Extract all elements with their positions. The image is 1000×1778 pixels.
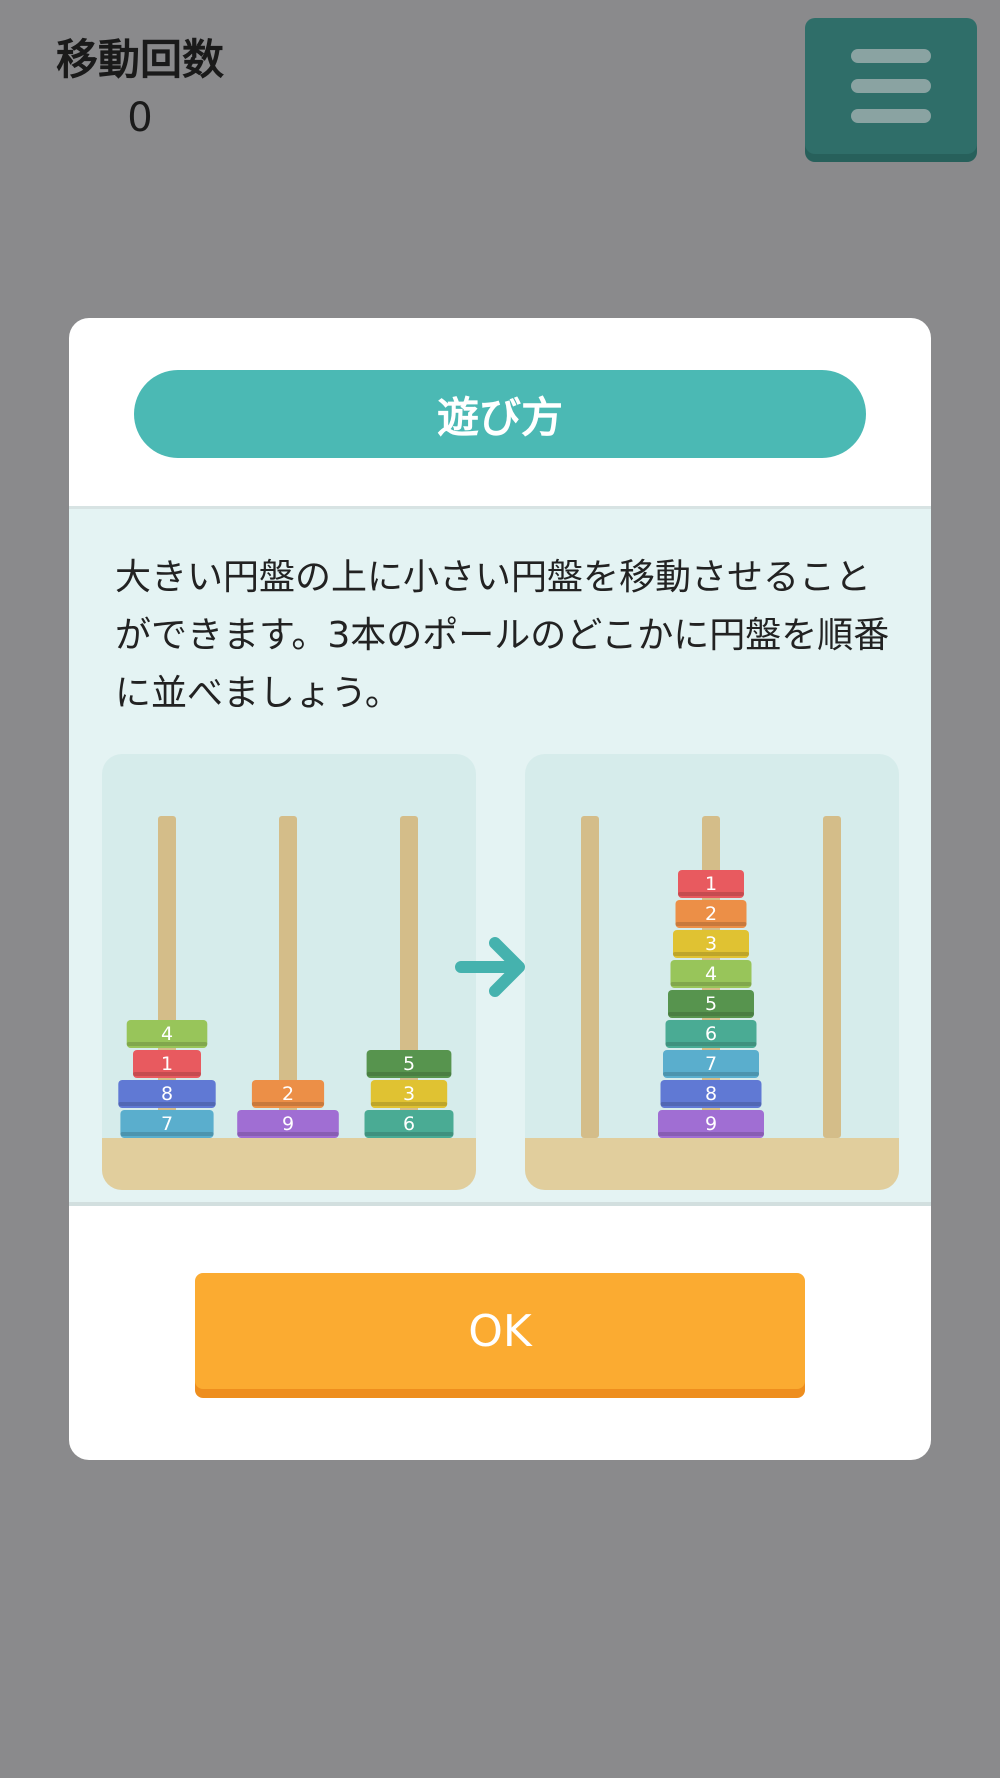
after-disc-label: 6 — [705, 1023, 717, 1045]
after-disc-label: 3 — [705, 933, 717, 955]
after-disc-4: 4 — [670, 960, 752, 988]
after-disc-3: 3 — [673, 930, 749, 958]
before-disc-7: 7 — [120, 1110, 214, 1138]
after-disc-5: 5 — [668, 990, 754, 1018]
before-disc-9: 9 — [237, 1110, 339, 1138]
dialog-body: 大きい円盤の上に小さい円盤を移動させることができます。3本のポールのどこかに円盤… — [69, 506, 931, 1206]
before-disc-8: 8 — [118, 1080, 216, 1108]
after-disc-2: 2 — [675, 900, 747, 928]
before-disc-label: 1 — [161, 1053, 173, 1075]
after-disc-1: 1 — [678, 870, 744, 898]
hamburger-menu-icon-bar — [851, 79, 931, 93]
move-count-value: 0 — [127, 95, 153, 141]
after-disc-label: 9 — [705, 1113, 717, 1135]
after-disc-9: 9 — [658, 1110, 764, 1138]
instructions-text: 大きい円盤の上に小さい円盤を移動させることができます。3本のポールのどこかに円盤… — [115, 557, 890, 714]
right-arrow-icon — [455, 937, 525, 997]
after-disc-label: 2 — [705, 903, 717, 925]
how-to-play-dialog: 遊び方 大きい円盤の上に小さい円盤を移動させることができます。3本のポールのどこ… — [69, 318, 931, 1460]
move-counter: 移動回数 0 — [40, 30, 240, 146]
before-disc-label: 6 — [403, 1113, 415, 1135]
move-count-label: 移動回数 — [55, 35, 224, 84]
before-disc-2: 2 — [251, 1080, 325, 1108]
before-disc-4: 4 — [126, 1020, 208, 1048]
after-pole-3 — [823, 816, 841, 1138]
before-illustration: 7 8 1 4 9 2 6 3 5 — [102, 754, 476, 1190]
before-disc-label: 4 — [161, 1023, 173, 1045]
before-disc-label: 2 — [282, 1083, 294, 1105]
before-towers: 7 8 1 4 9 2 6 3 5 — [118, 816, 454, 1138]
after-disc-label: 1 — [705, 873, 717, 895]
hamburger-menu-icon — [851, 49, 931, 63]
before-disc-3: 3 — [370, 1080, 448, 1108]
after-disc-label: 8 — [705, 1083, 717, 1105]
before-disc-label: 8 — [161, 1083, 173, 1105]
after-disc-7: 7 — [663, 1050, 759, 1078]
dialog-title: 遊び方 — [134, 370, 866, 458]
after-disc-label: 5 — [705, 993, 717, 1015]
before-disc-label: 7 — [161, 1113, 173, 1135]
after-disc-label: 7 — [705, 1053, 717, 1075]
after-towers: 9 8 7 6 5 4 3 2 1 — [581, 816, 841, 1138]
before-disc-label: 3 — [403, 1083, 415, 1105]
before-disc-1: 1 — [133, 1050, 201, 1078]
before-disc-5: 5 — [366, 1050, 452, 1078]
ok-button[interactable]: OK — [195, 1273, 805, 1389]
after-disc-8: 8 — [660, 1080, 762, 1108]
after-illustration: 9 8 7 6 5 4 3 2 1 — [525, 754, 899, 1190]
after-pole-1 — [581, 816, 599, 1138]
menu-button[interactable] — [805, 18, 977, 154]
before-disc-label: 9 — [282, 1113, 294, 1135]
before-disc-label: 5 — [403, 1053, 415, 1075]
after-disc-label: 4 — [705, 963, 717, 985]
hamburger-menu-icon-bar — [851, 109, 931, 123]
after-disc-6: 6 — [665, 1020, 757, 1048]
before-disc-6: 6 — [364, 1110, 454, 1138]
